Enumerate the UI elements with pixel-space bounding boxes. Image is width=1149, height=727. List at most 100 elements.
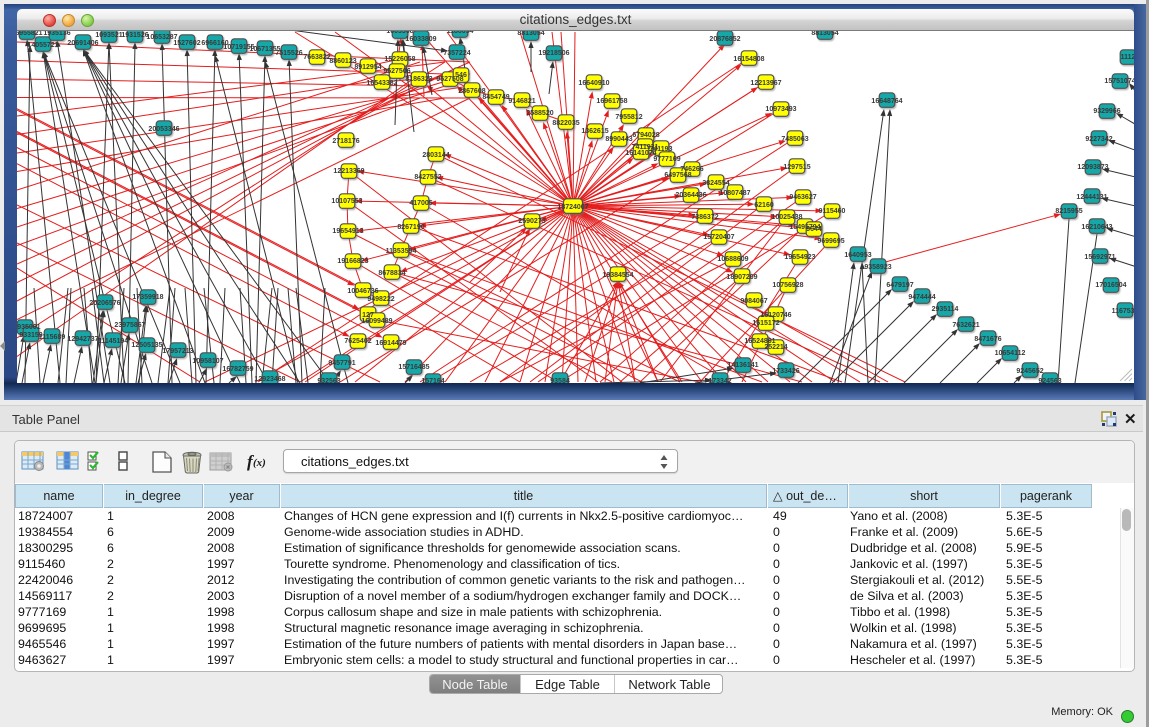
svg-text:19218506: 19218506 <box>538 50 569 57</box>
svg-text:10654112: 10654112 <box>995 350 1026 357</box>
svg-text:9329966: 9329966 <box>1093 108 1120 115</box>
svg-text:16640910: 16640910 <box>578 80 609 87</box>
svg-text:15692971: 15692971 <box>1084 254 1115 261</box>
svg-text:9644: 9644 <box>806 226 822 233</box>
svg-text:23975867: 23975867 <box>114 322 145 329</box>
svg-text:9777169: 9777169 <box>653 156 680 163</box>
svg-text:546: 546 <box>455 72 467 79</box>
svg-text:15751074: 15751074 <box>1104 78 1134 85</box>
svg-text:17359918: 17359918 <box>132 294 163 301</box>
svg-text:1603308: 1603308 <box>386 31 413 35</box>
svg-text:7955812: 7955812 <box>615 114 642 121</box>
svg-text:1362615: 1362615 <box>581 128 608 135</box>
svg-text:93584: 93584 <box>550 378 570 383</box>
svg-text:9474444: 9474444 <box>908 294 935 301</box>
svg-text:157164: 157164 <box>421 378 444 383</box>
svg-text:10025438: 10025438 <box>771 214 802 221</box>
svg-text:14055721: 14055721 <box>27 42 58 49</box>
svg-text:9146821: 9146821 <box>508 98 535 105</box>
svg-text:8822035: 8822035 <box>552 120 579 127</box>
svg-text:9227342: 9227342 <box>1085 136 1112 143</box>
svg-text:7357224: 7357224 <box>443 50 470 57</box>
svg-text:15720407: 15720407 <box>703 234 734 241</box>
svg-text:16543382: 16543382 <box>366 80 397 87</box>
svg-text:16099489: 16099489 <box>361 318 392 325</box>
svg-text:8990443: 8990443 <box>605 136 632 143</box>
svg-text:(x): (x) <box>253 457 266 469</box>
svg-text:8860123: 8860123 <box>329 58 356 65</box>
svg-text:20876852: 20876852 <box>709 36 740 43</box>
svg-text:16935061: 16935061 <box>17 324 41 331</box>
svg-text:1093521: 1093521 <box>95 32 122 39</box>
svg-text:18907209: 18907209 <box>726 274 757 281</box>
svg-text:8813054: 8813054 <box>517 31 544 37</box>
svg-text:1112: 1112 <box>1121 54 1134 61</box>
svg-text:252214: 252214 <box>764 344 787 351</box>
svg-text:19654913: 19654913 <box>332 228 363 235</box>
svg-text:9115460: 9115460 <box>819 208 846 215</box>
svg-text:1733426: 1733426 <box>772 368 799 375</box>
svg-text:20364436: 20364436 <box>675 192 706 199</box>
svg-text:16648764: 16648764 <box>871 98 902 105</box>
svg-text:1527602: 1527602 <box>173 40 200 47</box>
svg-text:16033809: 16033809 <box>405 36 436 43</box>
svg-text:10688609: 10688609 <box>717 256 748 263</box>
svg-text:12444131: 12444131 <box>1076 194 1107 201</box>
svg-text:9527506: 9527506 <box>383 68 410 75</box>
svg-text:19654923: 19654923 <box>784 254 815 261</box>
svg-text:2590273: 2590273 <box>518 218 545 225</box>
svg-text:9699695: 9699695 <box>817 238 844 245</box>
svg-text:11353594: 11353594 <box>386 248 417 255</box>
svg-text:9358923: 9358923 <box>864 264 891 271</box>
svg-text:16154808: 16154808 <box>733 56 764 63</box>
svg-text:1167533: 1167533 <box>1112 308 1134 315</box>
svg-text:62160: 62160 <box>754 202 774 209</box>
svg-text:6497568: 6497568 <box>664 172 691 179</box>
svg-text:16120746: 16120746 <box>760 312 791 319</box>
svg-text:12923468: 12923468 <box>254 376 285 383</box>
svg-text:9463627: 9463627 <box>789 194 816 201</box>
svg-text:16955821: 16955821 <box>17 31 43 37</box>
svg-text:10756928: 10756928 <box>772 282 803 289</box>
svg-text:932563: 932563 <box>317 378 340 383</box>
svg-text:1297515: 1297515 <box>783 164 810 171</box>
svg-text:10807487: 10807487 <box>719 190 750 197</box>
svg-text:8912954: 8912954 <box>354 64 381 71</box>
svg-text:20053346: 20053346 <box>148 126 179 133</box>
svg-text:9457791: 9457791 <box>328 360 355 367</box>
svg-text:3824554: 3824554 <box>702 180 729 187</box>
svg-text:7625402: 7625402 <box>344 338 371 345</box>
svg-text:2588520: 2588520 <box>526 110 553 117</box>
svg-text:20206576: 20206576 <box>89 300 120 307</box>
svg-text:11145194: 11145194 <box>98 338 128 345</box>
svg-text:10973493: 10973493 <box>765 106 796 113</box>
svg-text:8813054: 8813054 <box>811 31 838 37</box>
svg-text:1935136: 1935136 <box>43 31 70 37</box>
svg-text:8471676: 8471676 <box>974 336 1001 343</box>
svg-text:8454749: 8454749 <box>482 94 509 101</box>
svg-text:15226058: 15226058 <box>384 56 415 63</box>
svg-text:12093873: 12093873 <box>1077 164 1108 171</box>
svg-text:16914479: 16914479 <box>375 340 406 347</box>
svg-text:2803144: 2803144 <box>422 152 449 159</box>
svg-text:16141074: 16141074 <box>625 150 656 157</box>
svg-text:16782759: 16782759 <box>222 366 253 373</box>
svg-text:16961758: 16961758 <box>596 98 627 105</box>
svg-text:9084067: 9084067 <box>740 298 767 305</box>
svg-text:417005: 417005 <box>409 200 432 207</box>
svg-text:17016504: 17016504 <box>1095 282 1126 289</box>
svg-text:15716485: 15716485 <box>398 364 429 371</box>
svg-text:7485063: 7485063 <box>781 136 808 143</box>
svg-text:1640953: 1640953 <box>844 252 871 259</box>
svg-text:8427552: 8427552 <box>414 174 441 181</box>
svg-text:1615172: 1615172 <box>752 320 779 327</box>
svg-text:8678834: 8678834 <box>378 270 405 277</box>
svg-text:9498222: 9498222 <box>367 296 394 303</box>
svg-text:14136141: 14136141 <box>727 362 758 369</box>
svg-text:19384554: 19384554 <box>602 272 633 279</box>
svg-text:10046736: 10046736 <box>347 288 378 295</box>
svg-text:20691406: 20691406 <box>67 40 98 47</box>
svg-text:7663822: 7663822 <box>303 54 330 61</box>
svg-text:1186054: 1186054 <box>447 31 474 35</box>
svg-text:10107553: 10107553 <box>331 198 362 205</box>
